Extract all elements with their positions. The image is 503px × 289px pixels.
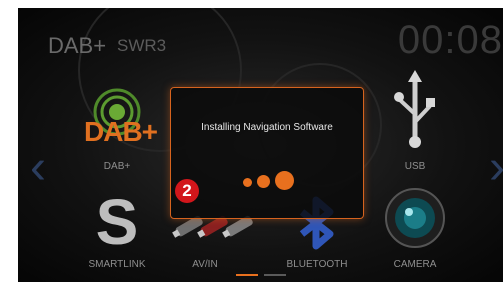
app-label-smartlink: SMARTLINK: [88, 259, 146, 270]
callout-number-badge: 2: [175, 179, 199, 203]
loading-dot: [275, 171, 294, 190]
app-label-dab: DAB+: [103, 161, 131, 172]
dialog-message: Installing Navigation Software: [201, 122, 333, 133]
app-label-usb: USB: [404, 161, 426, 172]
next-page-arrow[interactable]: ›: [489, 140, 503, 195]
clock: 00:08: [397, 18, 503, 62]
app-dab[interactable]: DAB+ DAB+: [72, 88, 162, 178]
usb-icon: [394, 70, 435, 148]
page-indicator-active: [236, 274, 258, 276]
smartlink-icon: S: [96, 188, 139, 252]
app-camera[interactable]: CAMERA: [370, 188, 460, 274]
app-usb[interactable]: USB: [370, 70, 460, 180]
previous-page-arrow[interactable]: ‹: [30, 140, 46, 195]
app-label-avin: AV/IN: [192, 259, 218, 270]
dab-logo-text: DAB+: [84, 116, 158, 147]
svg-text:S: S: [96, 188, 139, 252]
app-smartlink[interactable]: S SMARTLINK: [72, 188, 162, 274]
head-unit-screen: DAB+ SWR3 00:08 ‹ › DAB+ DAB+ USB S SMAR…: [18, 8, 503, 282]
station-name: SWR3: [117, 36, 167, 55]
camera-lens-icon: [385, 188, 445, 248]
installing-dialog: Installing Navigation Software: [170, 87, 364, 219]
page-indicator: [264, 274, 286, 276]
app-label-bluetooth: BLUETOOTH: [286, 259, 348, 270]
loading-dot: [257, 175, 270, 188]
app-label-camera: CAMERA: [393, 259, 437, 270]
loading-dot: [243, 178, 252, 187]
source-indicator: DAB+: [48, 33, 107, 58]
